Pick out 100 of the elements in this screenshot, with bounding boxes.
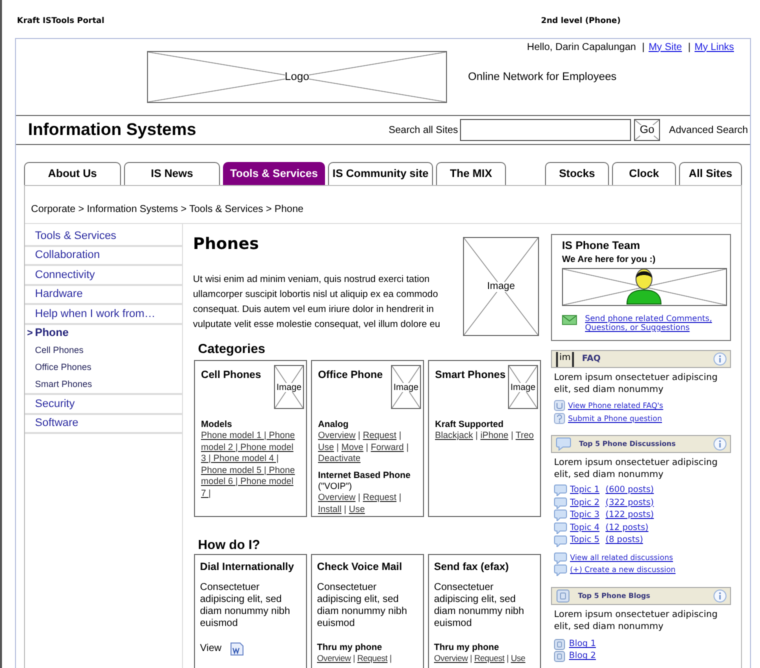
link[interactable]: Use [318, 442, 334, 452]
blog-link[interactable]: Blog 2 [569, 651, 596, 662]
blog-icon [556, 588, 570, 603]
link[interactable]: Phone model 1 | Phone model 2 | Phone model 3 | Phone model 4 | Phone model 5 | Phone model 6 | Phone model 7 | [201, 430, 300, 499]
breadcrumb: Corporate > Information Systems > Tools & Services > Phone [31, 203, 304, 217]
nav-subitem[interactable]: Smart Phones [25, 376, 182, 393]
speech-bubble-icon [554, 534, 567, 547]
advanced-search-link[interactable]: Advanced Search [669, 122, 748, 138]
link-separator: | [390, 653, 392, 663]
nav-item[interactable]: > Phone [25, 324, 182, 342]
nav-item[interactable]: Collaboration [25, 246, 182, 264]
info-icon [713, 588, 727, 603]
image-label: Image [510, 382, 536, 392]
search-field[interactable] [460, 119, 632, 141]
nav-item[interactable]: Tools & Services [25, 227, 182, 244]
section-title: How do I? [198, 536, 262, 553]
search-label: Search all Sites [388, 124, 458, 138]
card-title: Check Voice Mail [317, 560, 404, 574]
question-icon [554, 413, 565, 424]
section-title: Categories [198, 340, 266, 357]
posts-link[interactable]: (8 posts) [606, 534, 644, 548]
topic-link[interactable]: Topic 1 [570, 484, 600, 497]
info-icon [713, 437, 727, 451]
link[interactable]: Treo [516, 430, 534, 440]
tab[interactable]: IS Community site [328, 162, 433, 185]
header-link[interactable]: My Links [694, 40, 734, 54]
link-separator: | [642, 40, 645, 54]
link[interactable]: Deactivate [318, 453, 361, 463]
widget-text: Lorem ipsum onsectetuer adipiscing elit, sed diam nonummy [553, 372, 719, 396]
posts-link[interactable]: (12 posts) [606, 522, 648, 534]
link[interactable]: Overview [318, 430, 356, 440]
posts-link[interactable]: (122 posts) [606, 509, 654, 522]
link[interactable]: Use [348, 504, 365, 514]
topic-link[interactable]: Topic 3 [570, 509, 600, 522]
link[interactable]: Blackjack [435, 430, 474, 440]
speech-bubble-icon [554, 564, 567, 576]
portal-title: Kraft ISTools Portal [17, 16, 104, 25]
nav-subitem[interactable]: Cell Phones [25, 342, 182, 359]
tab[interactable]: About Us [24, 162, 121, 185]
intro-text: Ut wisi enim ad minim veniam, quis nostrud exerci tation ullamcorper suscipit lobortis nisl ut aliquip ex ea commodo consequat. Duis autem vel eum iriure dolor in hendrerit in vulputate velit esse molestie consequat, vel illum dolore eu [193, 273, 442, 332]
nav-item[interactable]: Help when I work from… [25, 305, 182, 322]
posts-link[interactable]: (322 posts) [606, 496, 654, 510]
section-heading: Thru my phone [434, 642, 500, 653]
link[interactable]: Overview [318, 492, 356, 502]
card-title: Send fax (efax) [434, 560, 510, 574]
feedback-link[interactable]: Send phone related Comments, Questions, or Suggestions [585, 314, 720, 332]
blog-link[interactable]: Blog 1 [569, 639, 596, 650]
link-separator: | [358, 492, 360, 502]
tab[interactable]: IS News [124, 162, 220, 185]
widget-title: FAQ [582, 352, 601, 366]
team-title: IS Phone Team [562, 240, 642, 253]
tab[interactable]: Clock [612, 162, 676, 185]
link-separator: | [336, 442, 339, 452]
section-note: ("VOIP") [318, 480, 353, 492]
page-title: Phones [193, 234, 260, 254]
link-separator: | [366, 442, 368, 452]
tab[interactable]: The MIX [436, 162, 506, 185]
link-separator: | [470, 653, 472, 663]
envelope-icon [562, 315, 577, 325]
go-button[interactable]: Go [634, 119, 660, 141]
card-title: Office Phone [318, 368, 383, 383]
tab[interactable]: Stocks [545, 162, 609, 185]
link[interactable]: iPhone [480, 430, 508, 440]
posts-link[interactable]: (600 posts) [606, 484, 654, 497]
widget-text: Lorem ipsum onsectetuer adipiscing elit, sed diam nonummy [553, 608, 719, 633]
nav-item[interactable]: Software [25, 414, 182, 432]
link[interactable]: Overview [317, 653, 351, 663]
link-separator: | [510, 430, 514, 440]
topic-link[interactable]: Topic 5 [570, 534, 600, 548]
link-separator: | [398, 492, 402, 502]
topic-link[interactable]: Topic 2 [570, 496, 600, 510]
link[interactable]: Install [318, 504, 342, 514]
image-label: Image [393, 382, 418, 392]
link-separator: | [476, 430, 478, 440]
link[interactable]: Request [362, 430, 396, 440]
link[interactable]: Overview [434, 653, 468, 663]
tab[interactable]: Tools & Services [223, 162, 325, 185]
topic-link[interactable]: Topic 4 [570, 522, 600, 534]
tab[interactable]: All Sites [679, 162, 742, 185]
link[interactable]: Use [510, 653, 526, 663]
widget-text: Lorem ipsum onsectetuer adipiscing elit, sed diam nonummy [553, 457, 719, 481]
nav-item[interactable]: Security [25, 395, 182, 412]
header-link[interactable]: My Site [648, 40, 682, 54]
speech-bubble-icon [556, 437, 571, 451]
link-separator: | [688, 40, 691, 54]
speech-bubble-icon [554, 522, 567, 534]
link[interactable]: Move [341, 442, 364, 452]
nav-item[interactable]: Hardware [25, 286, 182, 303]
link[interactable]: Request [357, 653, 388, 663]
link[interactable]: Forward [370, 442, 404, 452]
link[interactable]: Request [474, 653, 504, 663]
link[interactable]: Request [362, 492, 396, 502]
nav-subitem[interactable]: Office Phones [25, 359, 182, 376]
link-separator: | [406, 442, 409, 452]
card-text: Consectetuer adipiscing elit, sed diam nonummy nibh euismod [317, 582, 408, 630]
greeting: Hello, Darin Capalungan [527, 40, 636, 54]
section-heading: Kraft Supported [435, 419, 504, 430]
nav-item[interactable]: Connectivity [25, 266, 182, 284]
speech-bubble-icon [554, 552, 567, 564]
image-label: Image [276, 382, 302, 392]
